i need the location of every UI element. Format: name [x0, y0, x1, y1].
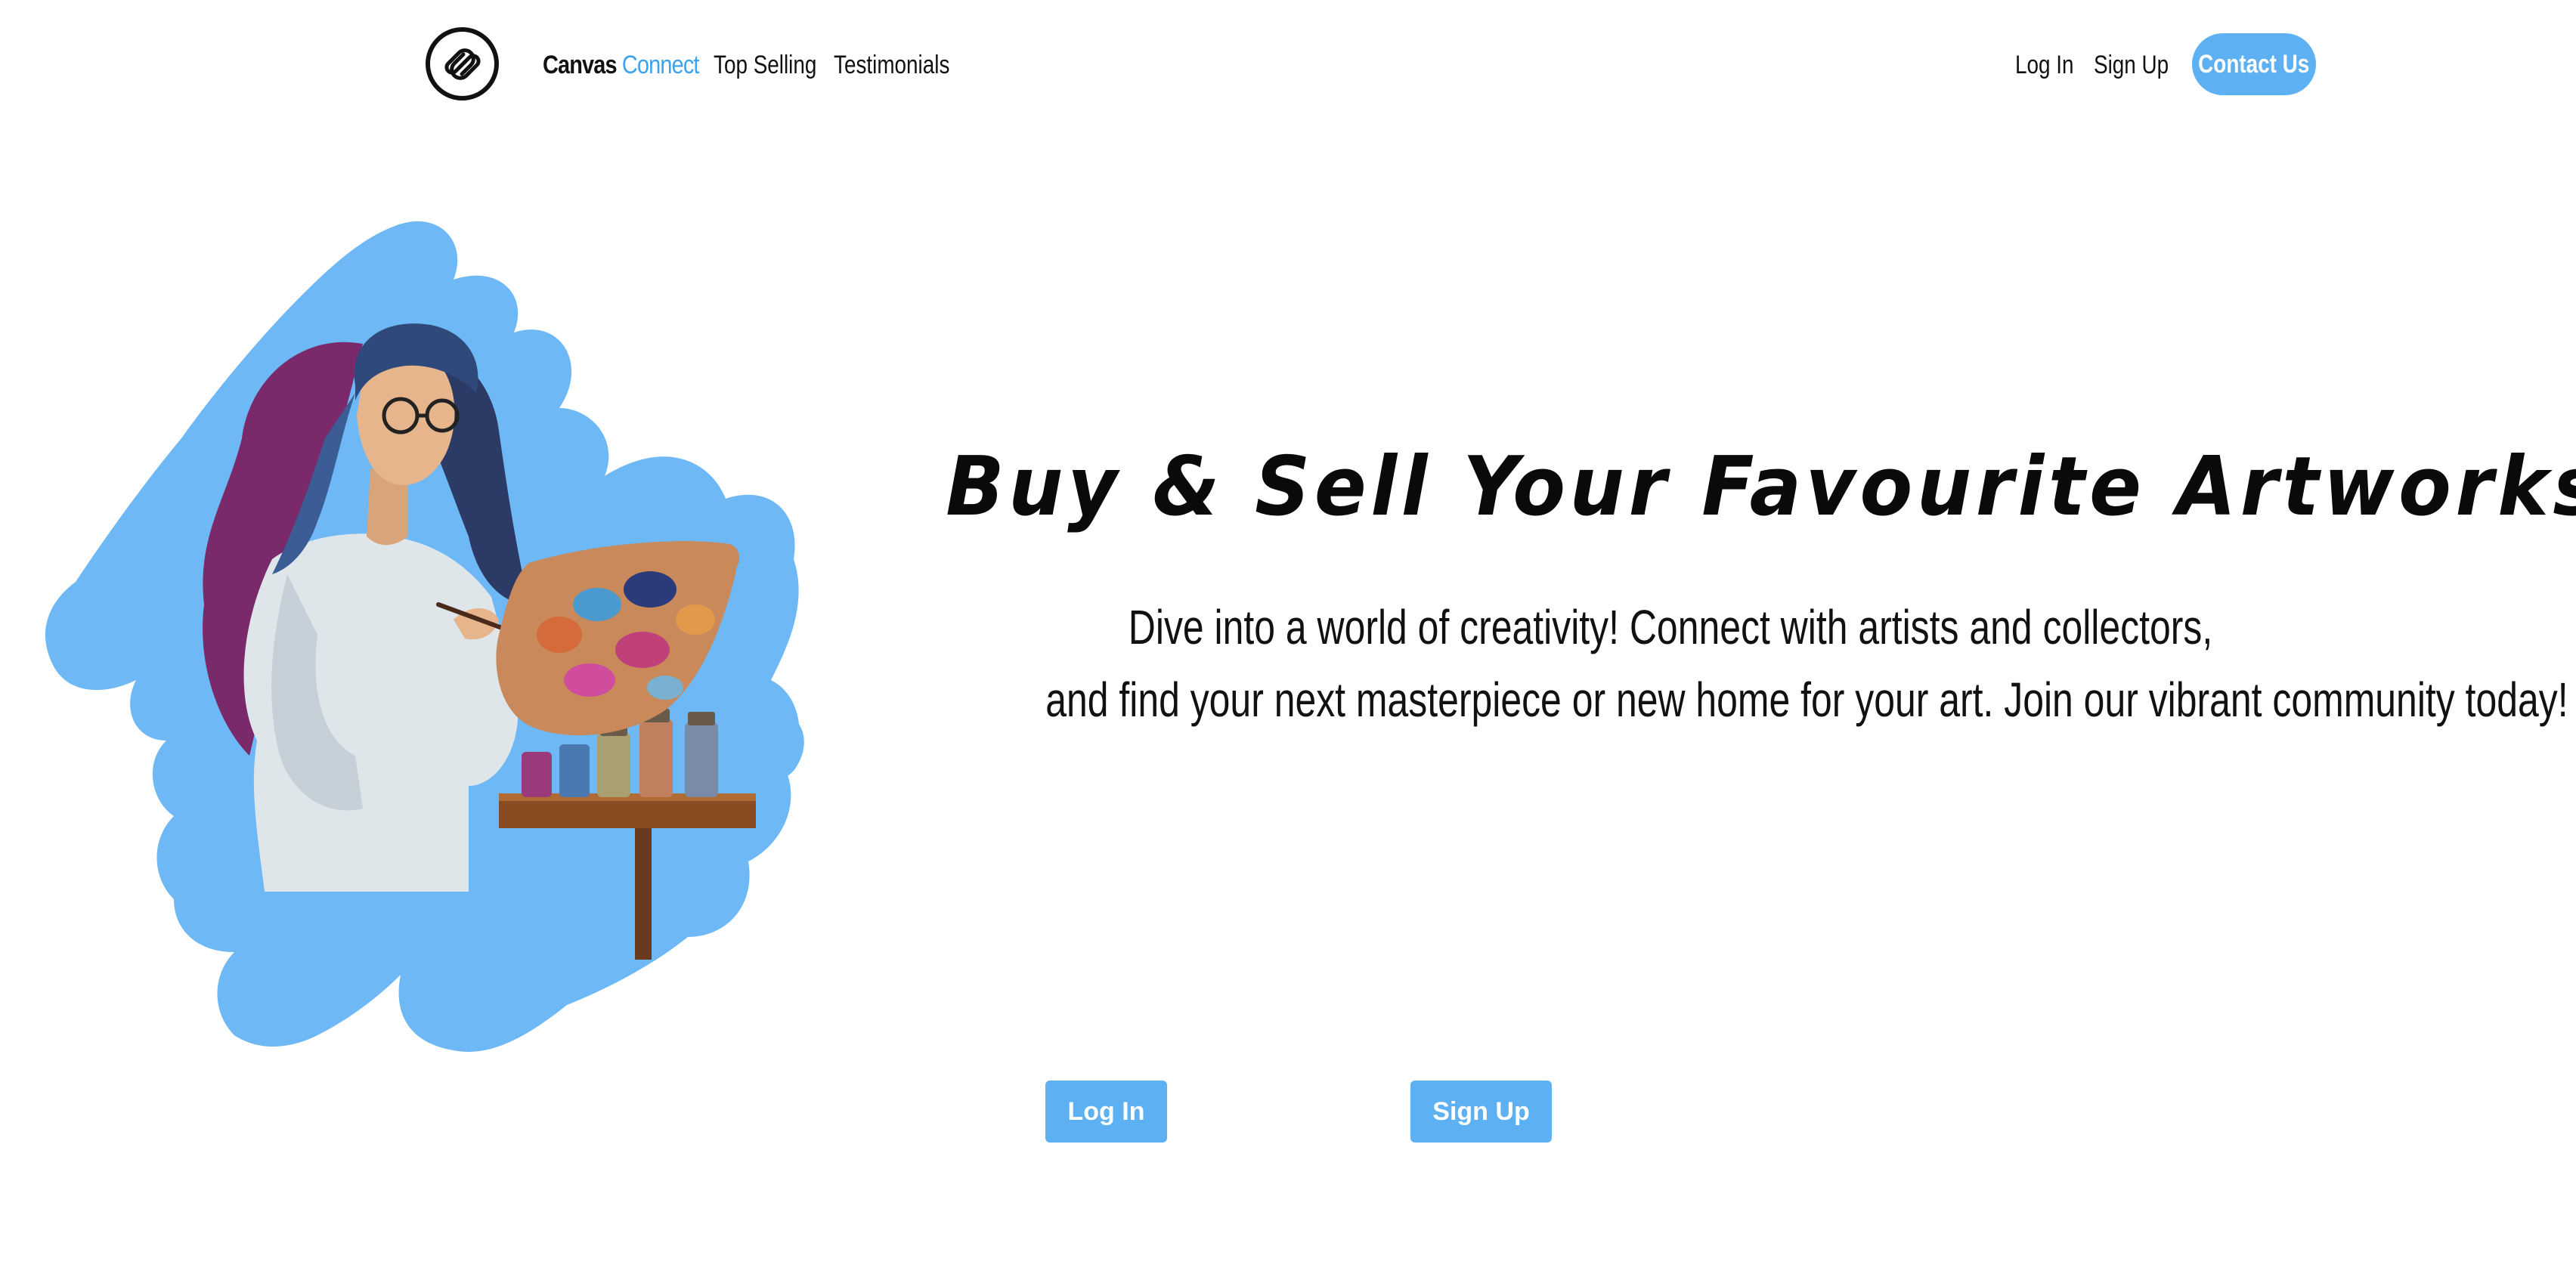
- nav-link-login[interactable]: Log In: [2015, 50, 2074, 80]
- top-nav: Canvas Connect Top Selling Testimonials …: [0, 0, 2576, 128]
- nav-link-signup[interactable]: Sign Up: [2094, 50, 2169, 80]
- paperclip-link-icon: [444, 48, 481, 80]
- page: Canvas Connect Top Selling Testimonials …: [0, 0, 2576, 1274]
- hero-title: Buy & Sell Your Favourite Artworks: [946, 440, 2576, 534]
- hero-login-button[interactable]: Log In: [1045, 1081, 1167, 1143]
- nav-link-testimonials[interactable]: Testimonials: [834, 50, 949, 80]
- hero-signup-button[interactable]: Sign Up: [1410, 1081, 1552, 1143]
- contact-us-label: Contact Us: [2198, 49, 2310, 79]
- contact-us-button[interactable]: Contact Us: [2192, 33, 2316, 95]
- brand-name-part2: Connect: [621, 51, 700, 79]
- hero-subtitle: Dive into a world of creativity! Connect…: [869, 591, 2568, 736]
- logo-button[interactable]: [426, 27, 499, 100]
- artist-illustration: [45, 221, 804, 1052]
- nav-link-top-selling[interactable]: Top Selling: [714, 50, 816, 80]
- brand-name-part1: Canvas: [543, 51, 618, 79]
- hero-subtitle-line-2: and find your next masterpiece or new ho…: [1045, 673, 2568, 727]
- brand-link[interactable]: Canvas Connect: [543, 50, 699, 80]
- hero-subtitle-line-1: Dive into a world of creativity! Connect…: [1128, 600, 2213, 654]
